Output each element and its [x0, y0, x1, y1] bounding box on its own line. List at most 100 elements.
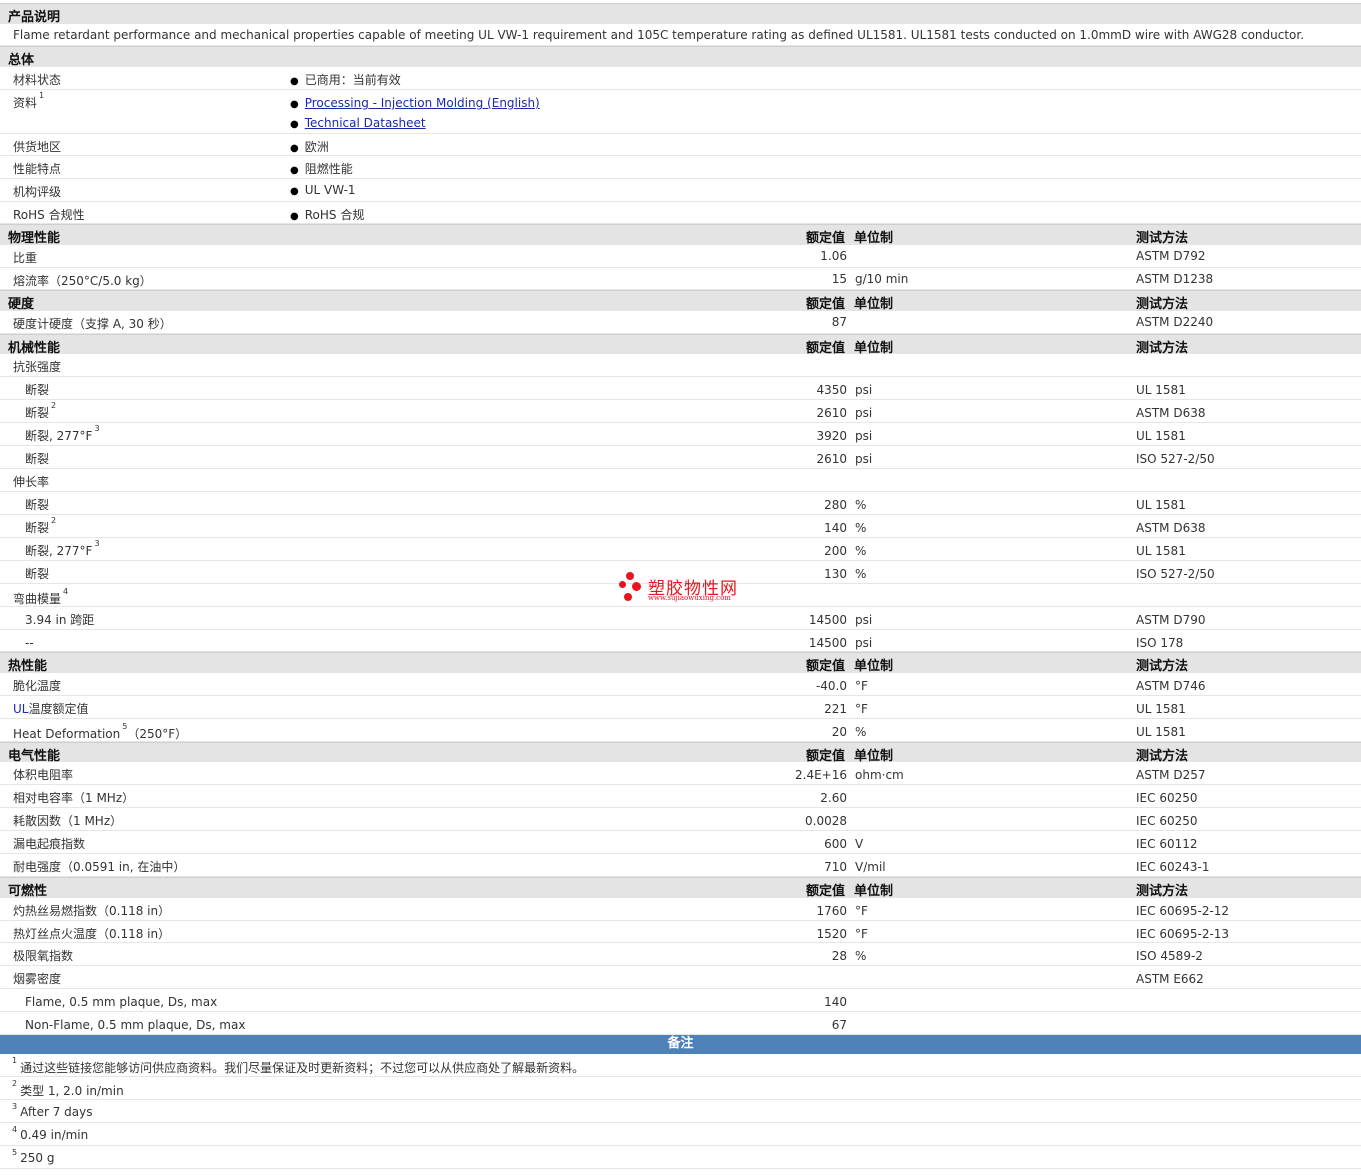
datasheet-link[interactable]: Technical Datasheet [305, 116, 426, 130]
note-text: 3 After 7 days [12, 1102, 93, 1119]
row-value: UL VW-1 [290, 183, 356, 197]
row-unit: % [855, 544, 867, 558]
row-method: ASTM D792 [1136, 249, 1206, 263]
group-label: 伸长率 [13, 475, 50, 489]
row-method: IEC 60243-1 [1136, 860, 1210, 874]
header-unit: 单位制 [854, 231, 894, 246]
row-label: 相对电容率（1 MHz） [13, 791, 135, 805]
group-row: 伸长率 [0, 469, 1361, 492]
row-label: RoHS 合规性 [13, 208, 85, 222]
note-row: 3 After 7 days [0, 1100, 1361, 1123]
row-method: UL 1581 [1136, 725, 1186, 739]
row-value: 阻燃性能 [290, 160, 353, 177]
table-row: 断裂, 277°F3 3920 psi UL 1581 [0, 423, 1361, 446]
note-row: 1通过这些链接您能够访问供应商资料。我们尽量保证及时更新资料；不过您可以从供应商… [0, 1054, 1361, 1077]
row-value: 2610 [816, 406, 847, 420]
table-row: UL温度额定值 221 °F UL 1581 [0, 696, 1361, 719]
row-unit: % [855, 567, 867, 581]
row-value: 欧洲 [290, 138, 329, 155]
row-label: 灼热丝易燃指数（0.118 in） [13, 904, 171, 918]
row-unit: °F [855, 904, 868, 918]
table-row: Heat Deformation5（250°F） 20 % UL 1581 [0, 719, 1361, 742]
row-value: 600 [824, 837, 847, 851]
row-label: 断裂 [25, 383, 50, 397]
row-value: 28 [831, 949, 847, 963]
row-unit: °F [855, 702, 868, 716]
row-label: Heat Deformation5（250°F） [13, 722, 188, 741]
row-unit: g/10 min [855, 272, 909, 286]
notes-header: 备注 [0, 1035, 1361, 1054]
row-method: ASTM D638 [1136, 521, 1206, 535]
row-value: 130 [824, 567, 847, 581]
row-label: 烟雾密度 [13, 972, 62, 986]
header-nominal: 额定值 [806, 884, 846, 899]
note-row: 5 250 g [0, 1146, 1361, 1169]
row-value: 710 [824, 860, 847, 874]
table-row: 断裂 4350 psi UL 1581 [0, 377, 1361, 400]
row-label: 材料状态 [13, 73, 62, 87]
section-title: 总体 [8, 53, 35, 68]
logo-dot [626, 572, 634, 580]
row-value: 67 [831, 1018, 847, 1032]
row-unit: % [855, 498, 867, 512]
row-unit: °F [855, 927, 868, 941]
logo-dot [632, 582, 641, 591]
note-text: 5 250 g [12, 1148, 55, 1165]
row-label: 耗散因数（1 MHz） [13, 814, 123, 828]
table-row: 热灯丝点火温度（0.118 in） 1520 °F IEC 60695-2-13 [0, 921, 1361, 943]
group-label: 抗张强度 [13, 360, 62, 374]
section-title: 可燃性 [8, 884, 48, 899]
header-nominal: 额定值 [806, 659, 846, 674]
row-label: 供货地区 [13, 140, 62, 154]
row-method: ISO 527-2/50 [1136, 452, 1215, 466]
row-label: 性能特点 [13, 162, 62, 176]
table-row: 熔流率（250°C/5.0 kg） 15 g/10 min ASTM D1238 [0, 268, 1361, 290]
row-method: ASTM D790 [1136, 613, 1206, 627]
table-row: 脆化温度 -40.0 °F ASTM D746 [0, 673, 1361, 696]
row-label: 断裂2 [25, 516, 57, 535]
logo-dot [619, 581, 626, 588]
agency-row: 机构评级 UL VW-1 [0, 179, 1361, 202]
table-row: 3.94 in 跨距 14500 psi ASTM D790 [0, 607, 1361, 630]
row-method: ASTM D1238 [1136, 272, 1214, 286]
table-row: 灼热丝易燃指数（0.118 in） 1760 °F IEC 60695-2-12 [0, 898, 1361, 921]
row-label: 断裂 [25, 498, 50, 512]
section-title: 热性能 [8, 659, 48, 674]
table-row: 断裂2 2610 psi ASTM D638 [0, 400, 1361, 423]
row-unit: psi [855, 383, 873, 397]
row-value: 1760 [816, 904, 847, 918]
row-value: 280 [824, 498, 847, 512]
row-value: 1.06 [820, 249, 847, 263]
row-unit: psi [855, 429, 873, 443]
row-unit: ohm·cm [855, 768, 904, 782]
header-nominal: 额定值 [806, 297, 846, 312]
row-label: Non-Flame, 0.5 mm plaque, Ds, max [25, 1018, 246, 1032]
header-method: 测试方法 [1136, 231, 1189, 246]
table-row: 耗散因数（1 MHz） 0.0028 IEC 60250 [0, 808, 1361, 831]
row-method: UL 1581 [1136, 429, 1186, 443]
row-method: IEC 60250 [1136, 791, 1198, 805]
table-row: 体积电阻率 2.4E+16 ohm·cm ASTM D257 [0, 762, 1361, 785]
table-row: 比重 1.06 ASTM D792 [0, 245, 1361, 268]
row-value: 200 [824, 544, 847, 558]
header-nominal: 额定值 [806, 231, 846, 246]
row-label: UL温度额定值 [13, 702, 89, 716]
row-unit: V [855, 837, 864, 851]
row-value: 2.4E+16 [795, 768, 847, 782]
ul-link[interactable]: UL [13, 702, 28, 716]
row-value: 20 [831, 725, 847, 739]
processing-link[interactable]: Processing - Injection Molding (English) [305, 96, 540, 110]
row-method: IEC 60695-2-12 [1136, 904, 1230, 918]
row-label: 3.94 in 跨距 [25, 613, 95, 627]
row-value: 221 [824, 702, 847, 716]
row-value: RoHS 合规 [290, 206, 365, 223]
row-value: 2.60 [820, 791, 847, 805]
region-row: 供货地区 欧洲 [0, 134, 1361, 156]
row-value: -40.0 [815, 679, 847, 693]
row-label: 断裂, 277°F3 [25, 539, 100, 558]
watermark-url: www.sujiaowuxing.com [648, 594, 731, 602]
row-method: UL 1581 [1136, 544, 1186, 558]
table-row: -- 14500 psi ISO 178 [0, 630, 1361, 652]
row-label: 硬度计硬度（支撑 A, 30 秒） [13, 317, 172, 331]
header-method: 测试方法 [1136, 297, 1189, 312]
